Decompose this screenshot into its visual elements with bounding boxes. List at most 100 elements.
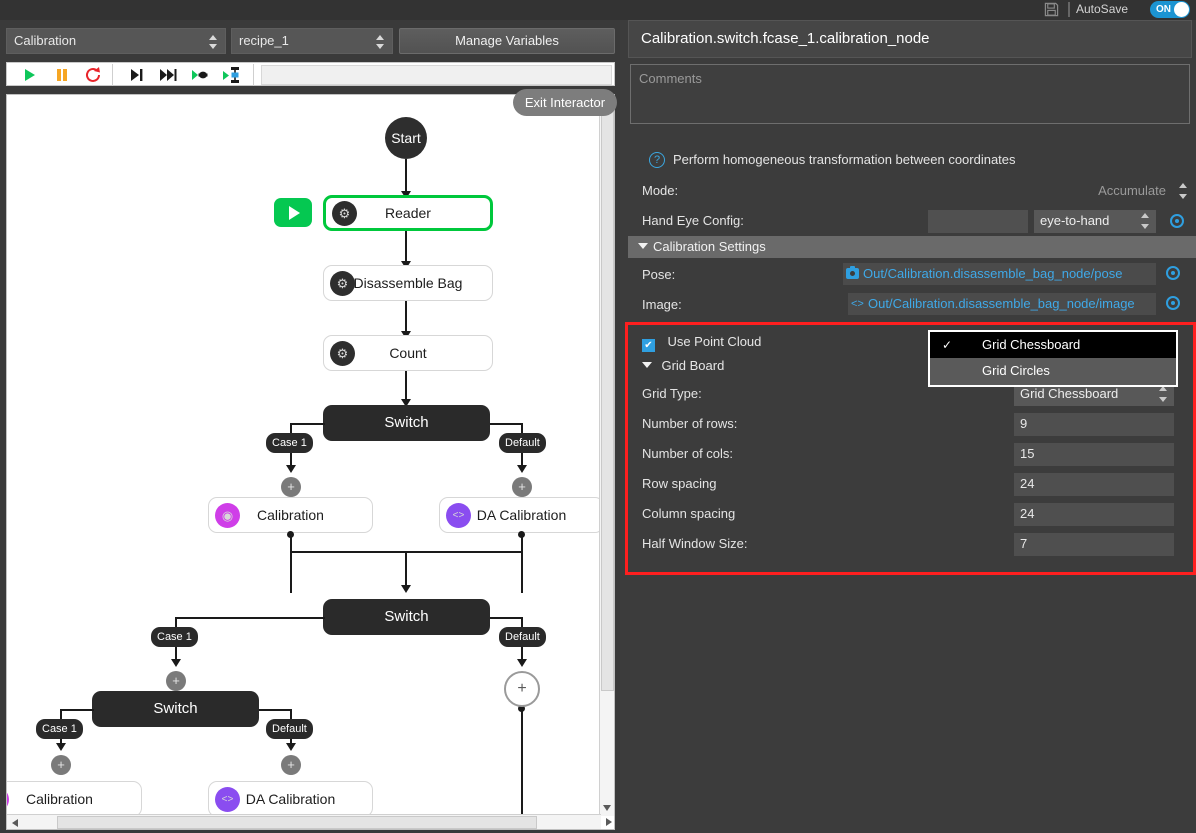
image-value-field[interactable]: <> Out/Calibration.disassemble_bag_node/… [848, 293, 1156, 315]
use-point-cloud-row[interactable]: ✔ Use Point Cloud [642, 333, 762, 352]
run-icon[interactable] [19, 65, 39, 85]
grid-type-value: Grid Chessboard [1020, 386, 1119, 401]
calibration-settings-group-header[interactable]: Calibration Settings [628, 236, 1196, 258]
hand-eye-config-binding-toggle[interactable] [1170, 214, 1184, 228]
graph-node-start[interactable]: Start [385, 117, 427, 159]
pose-binding-toggle[interactable] [1166, 266, 1180, 280]
add-node-button[interactable]: + [281, 755, 301, 775]
graph-node-count[interactable]: ⚙ Count [323, 335, 493, 371]
add-node-button[interactable]: + [51, 755, 71, 775]
caret-down-icon [638, 243, 648, 249]
edge-arrow [286, 743, 296, 751]
flow-canvas[interactable]: Start ⚙ Reader ⚙ Disassemble Bag ⚙ Count… [6, 94, 615, 830]
run-to-node-icon[interactable] [190, 65, 210, 85]
image-binding-toggle[interactable] [1166, 296, 1180, 310]
add-node-button[interactable]: + [281, 477, 301, 497]
dropdown-option-grid-circles[interactable]: Grid Circles [930, 358, 1176, 384]
scroll-right-icon[interactable] [606, 818, 612, 826]
grid-board-label: Grid Board [661, 358, 725, 373]
comments-placeholder: Comments [639, 71, 702, 86]
number-of-cols-input[interactable]: 15 [1014, 443, 1174, 466]
hand-eye-config-label: Hand Eye Config: [642, 213, 744, 228]
graph-node-switch-2[interactable]: Switch [323, 599, 490, 635]
half-window-size-input[interactable]: 7 [1014, 533, 1174, 556]
graph-node-da-calibration-2[interactable]: <> DA Calibration [208, 781, 373, 817]
step-into-icon[interactable] [126, 65, 146, 85]
exit-interactor-button[interactable]: Exit Interactor [513, 89, 617, 116]
scroll-left-icon[interactable] [12, 819, 18, 827]
pose-value-field[interactable]: Out/Calibration.disassemble_bag_node/pos… [843, 263, 1156, 285]
graph-node-calibration-1[interactable]: ◉ Calibration [208, 497, 373, 533]
graph-node-disassemble-bag[interactable]: ⚙ Disassemble Bag [323, 265, 493, 301]
number-of-rows-label: Number of rows: [642, 416, 738, 431]
scroll-down-icon[interactable] [603, 805, 611, 811]
row-spacing-input[interactable]: 24 [1014, 473, 1174, 496]
add-node-button-large[interactable]: + [504, 671, 540, 707]
grid-board-group-header[interactable]: Grid Board [642, 357, 724, 375]
left-pane: Calibration recipe_1 Manage Variables Ex… [0, 20, 620, 833]
toolbar-status-field [261, 65, 612, 85]
hand-eye-config-row: Hand Eye Config: eye-to-hand [628, 206, 1196, 236]
column-spacing-input[interactable]: 24 [1014, 503, 1174, 526]
save-icon[interactable] [1044, 2, 1059, 17]
row-spacing-label: Row spacing [642, 476, 717, 491]
edge [290, 535, 292, 593]
use-point-cloud-label: Use Point Cloud [667, 334, 762, 349]
pause-icon[interactable] [52, 65, 72, 85]
grid-type-dropdown-popup[interactable]: ✓ Grid Chessboard Grid Circles [928, 330, 1178, 387]
mode-row: Mode: Accumulate [628, 176, 1196, 206]
vertical-scroll-thumb[interactable] [601, 111, 614, 691]
use-point-cloud-checkbox[interactable]: ✔ [642, 339, 655, 352]
graph-node-da-calibration-1[interactable]: <> DA Calibration [439, 497, 604, 533]
chevron-updown-icon [209, 33, 218, 51]
comments-input[interactable]: Comments [630, 64, 1190, 124]
canvas-horizontal-scrollbar[interactable] [7, 814, 601, 829]
step-over-icon[interactable] [158, 65, 178, 85]
calibration-target-icon: ◉ [7, 787, 9, 812]
calibration-settings-label: Calibration Settings [653, 239, 766, 254]
start-node-label: Start [391, 130, 421, 146]
image-label: Image: [642, 297, 682, 312]
edge [521, 709, 523, 815]
add-node-button[interactable]: + [512, 477, 532, 497]
canvas-vertical-scrollbar[interactable] [599, 95, 614, 816]
recipe-select[interactable]: recipe_1 [231, 28, 393, 54]
edge-arrow [171, 659, 181, 667]
number-of-rows-input[interactable]: 9 [1014, 413, 1174, 436]
add-node-button[interactable]: + [166, 671, 186, 691]
check-icon: ✓ [942, 338, 953, 352]
reset-icon[interactable] [83, 65, 103, 85]
graph-node-calibration-2[interactable]: ◉ Calibration [7, 781, 142, 817]
switch-node-label: Switch [384, 414, 429, 431]
run-from-node-icon[interactable] [222, 65, 242, 85]
hand-eye-config-select[interactable]: eye-to-hand [1034, 210, 1156, 233]
graph-node-reader[interactable]: ⚙ Reader [323, 195, 493, 231]
horizontal-scroll-thumb[interactable] [57, 816, 537, 829]
calibration-node-label: Calibration [257, 507, 324, 523]
pose-row: Pose: Out/Calibration.disassemble_bag_no… [628, 260, 1196, 290]
da-calibration-node-label: DA Calibration [245, 791, 336, 807]
graph-node-switch-1[interactable]: Switch [323, 405, 490, 441]
project-select[interactable]: Calibration [6, 28, 226, 54]
case-label-3: Case 1 [36, 719, 83, 739]
number-of-rows-row: Number of rows: 9 [628, 409, 1193, 439]
camera-icon [846, 266, 859, 279]
graph-node-switch-3[interactable]: Switch [92, 691, 259, 727]
toggle-knob [1174, 2, 1189, 17]
default-label-1: Default [499, 433, 546, 453]
run-node-button[interactable] [274, 198, 312, 227]
tool-icon: ⚙ [332, 201, 357, 226]
dropdown-option-label: Grid Circles [982, 363, 1050, 378]
help-icon[interactable]: ? [649, 152, 665, 168]
chevron-updown-icon[interactable] [1179, 182, 1188, 200]
switch-node-label: Switch [384, 608, 429, 625]
selector-row: Calibration recipe_1 Manage Variables [0, 28, 620, 54]
dropdown-option-grid-chessboard[interactable]: ✓ Grid Chessboard [930, 332, 1176, 358]
case-label-2: Case 1 [151, 627, 198, 647]
autosave-toggle[interactable]: ON [1150, 1, 1190, 18]
manage-variables-button[interactable]: Manage Variables [399, 28, 615, 54]
hand-eye-blank-field[interactable] [928, 210, 1028, 233]
description-row: ? Perform homogeneous transformation bet… [628, 148, 1196, 174]
mode-value[interactable]: Accumulate [1098, 176, 1166, 206]
project-select-value: Calibration [14, 33, 77, 48]
